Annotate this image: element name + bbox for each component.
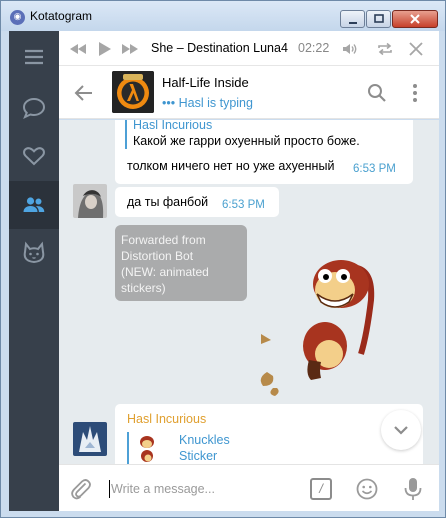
paperclip-icon[interactable] <box>69 477 93 501</box>
next-track-icon[interactable] <box>121 40 139 58</box>
message-composer: / <box>59 464 439 511</box>
close-player-icon[interactable] <box>407 40 425 58</box>
typing-dots: ••• <box>162 96 176 110</box>
reply-text: Sticker <box>179 449 218 463</box>
track-time: 02:22 <box>298 41 330 55</box>
message-input[interactable] <box>109 477 289 501</box>
forwarded-line: stickers) <box>121 281 166 295</box>
reply-sender-name: Knuckles <box>179 433 230 447</box>
half-life-lambda-icon <box>112 71 154 113</box>
chat-header: Half-Life Inside ••• Hasl is typing <box>59 66 439 119</box>
message-sender-name[interactable]: Hasl Incurious <box>127 412 206 426</box>
scroll-to-bottom-button[interactable] <box>381 410 421 450</box>
track-title[interactable]: She – Destination Luna4 <box>151 41 288 55</box>
chat-bubble-icon <box>22 97 46 119</box>
sender-avatar[interactable] <box>73 184 107 218</box>
more-vertical-icon[interactable] <box>404 82 426 104</box>
message-bubble[interactable]: Hasl Incurious Какой же гарри охуенный п… <box>115 120 413 184</box>
title-bar: ◉ Kotatogram <box>1 1 445 31</box>
minimize-button[interactable] <box>340 10 365 28</box>
typing-text: Hasl is typing <box>178 96 253 110</box>
folder-all-chats[interactable] <box>9 84 59 132</box>
reply-preview[interactable]: Knuckles Sticker <box>127 432 230 464</box>
cat-icon <box>23 241 45 264</box>
maximize-icon <box>373 14 384 23</box>
message-text: толком ничего нет но уже ахуенный <box>127 159 335 173</box>
folders-sidebar <box>9 31 59 511</box>
minimize-icon <box>348 22 357 24</box>
chat-avatar[interactable] <box>112 71 154 113</box>
forwarded-service-bubble[interactable]: Forwarded from Distortion Bot (NEW: anim… <box>115 225 247 301</box>
app-window: ◉ Kotatogram She – Destination Luna4 02:… <box>0 0 446 518</box>
cat-logo-icon: ◉ <box>10 10 25 25</box>
folder-bots[interactable] <box>9 229 59 277</box>
user-photo-icon <box>73 422 107 456</box>
message-time: 6:53 PM <box>353 163 396 175</box>
folder-favorites[interactable] <box>9 132 59 180</box>
forwarded-line: Forwarded from <box>121 233 206 247</box>
music-player-bar: She – Destination Luna4 02:22 <box>59 31 439 66</box>
people-icon <box>23 197 45 212</box>
sender-avatar[interactable] <box>73 422 107 456</box>
user-photo-icon <box>73 184 107 218</box>
bot-commands-button[interactable]: / <box>310 478 332 500</box>
search-icon[interactable] <box>366 82 388 104</box>
sticker-thumbnail-icon <box>140 436 154 462</box>
message-bubble[interactable]: Hasl Incurious Knuckles Sticker <box>115 404 423 464</box>
folder-groups[interactable] <box>9 181 59 229</box>
back-arrow-icon[interactable] <box>73 82 95 104</box>
typing-status: ••• Hasl is typing <box>162 96 253 110</box>
chat-title[interactable]: Half-Life Inside <box>162 75 249 90</box>
message-time: 6:53 PM <box>222 199 265 211</box>
previous-track-icon[interactable] <box>69 40 87 58</box>
knuckles-sticker[interactable] <box>249 248 379 398</box>
main-menu-button[interactable] <box>9 33 59 81</box>
chevron-down-icon <box>394 426 408 435</box>
message-text: да ты фанбой <box>127 195 209 209</box>
message-bubble[interactable]: да ты фанбой 6:53 PM <box>115 187 279 217</box>
heart-icon <box>23 147 45 166</box>
message-list[interactable]: Hasl Incurious Какой же гарри охуенный п… <box>59 120 439 464</box>
window-title: Kotatogram <box>30 9 93 23</box>
microphone-icon[interactable] <box>401 476 425 502</box>
forwarded-line: (NEW: animated <box>121 265 209 279</box>
close-icon <box>410 14 420 24</box>
repeat-icon[interactable] <box>376 40 394 58</box>
reply-text: Какой же гарри охуенный просто боже. <box>133 134 360 148</box>
play-icon[interactable] <box>95 40 113 58</box>
hamburger-menu-icon <box>25 49 43 65</box>
close-window-button[interactable] <box>392 10 438 28</box>
reply-preview[interactable]: Hasl Incurious Какой же гарри охуенный п… <box>125 120 360 149</box>
reply-sender-name: Hasl Incurious <box>133 120 213 132</box>
emoji-icon[interactable] <box>355 477 379 501</box>
maximize-button[interactable] <box>366 10 391 28</box>
forwarded-line: Distortion Bot <box>121 249 194 263</box>
volume-icon[interactable] <box>341 40 359 58</box>
